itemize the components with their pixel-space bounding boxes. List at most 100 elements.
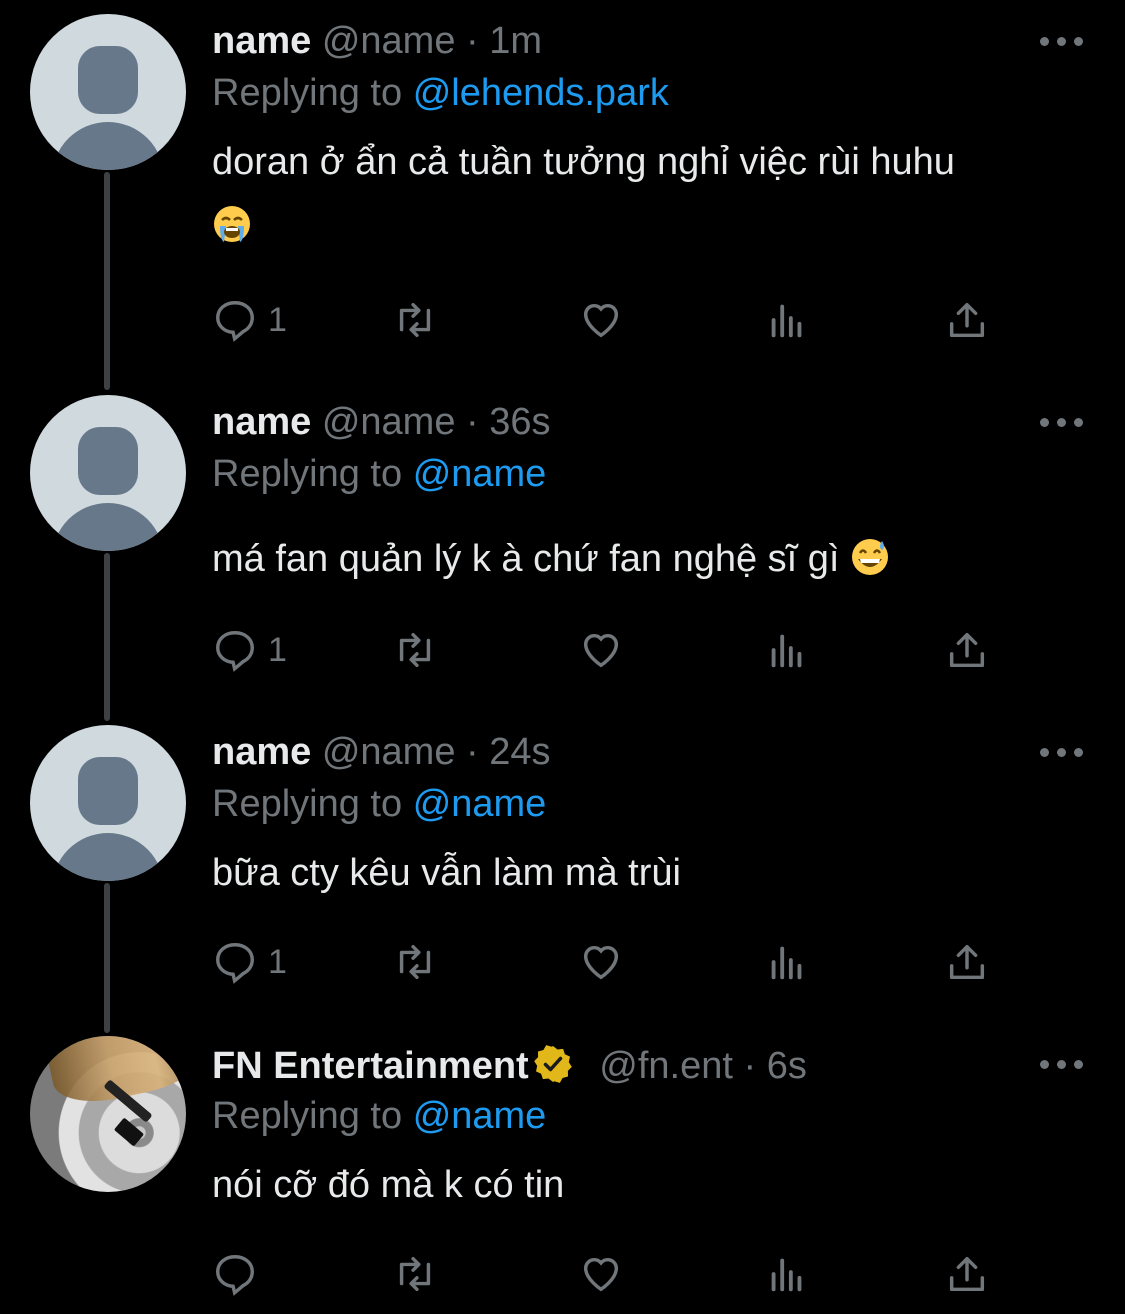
display-name[interactable]: FN Entertainment [212, 1045, 529, 1087]
analytics-icon [771, 1258, 802, 1292]
heart-icon [583, 303, 619, 338]
avatar[interactable] [30, 14, 186, 170]
analytics-icon [771, 304, 802, 338]
replying-to: Replying to @lehends.park [212, 70, 669, 116]
tonearm-head [113, 1117, 145, 1147]
timestamp[interactable]: 36s [489, 401, 550, 443]
heart-icon [583, 945, 619, 980]
display-name[interactable]: name [212, 401, 311, 443]
tweet[interactable]: FN Entertainment @fn.ent · 6s Replying t… [0, 1020, 1125, 1314]
reply-icon [216, 1255, 254, 1296]
heart-icon [583, 1257, 619, 1292]
tweet-header: FN Entertainment @fn.ent · 6s [212, 1043, 807, 1089]
tweet-header: name @name · 36s [212, 399, 551, 445]
retweet-button[interactable] [392, 295, 438, 345]
like-button[interactable] [578, 937, 624, 987]
analytics-icon [771, 634, 802, 668]
default-profile-body [52, 503, 164, 551]
handle[interactable]: @fn.ent [599, 1045, 733, 1087]
more-icon[interactable] [1040, 745, 1084, 759]
retweet-button[interactable] [392, 625, 438, 675]
tweet[interactable]: name @name · 36s Replying to @name má fa… [0, 380, 1125, 710]
display-name[interactable]: name [212, 731, 311, 773]
default-profile-body [52, 833, 164, 881]
gold-verified-badge-icon[interactable] [533, 1044, 573, 1084]
grinning-face-with-sweat-emoji [852, 539, 889, 575]
vinyl-record-avatar [44, 1036, 186, 1111]
like-button[interactable] [578, 625, 624, 675]
tweet-actions: 1 [212, 625, 1012, 675]
heart-icon [583, 633, 619, 668]
tweet-header: name @name · 1m [212, 18, 542, 64]
mention-link[interactable]: @name [413, 453, 547, 495]
share-button[interactable] [944, 625, 990, 675]
retweet-icon [399, 944, 431, 980]
tweet-text: má fan quản lý k à chứ fan nghệ sĩ gì [212, 527, 1092, 591]
analytics-icon [771, 946, 802, 980]
like-button[interactable] [578, 295, 624, 345]
tweet-text: bữa cty kêu vẫn làm mà trùi [212, 841, 1092, 905]
avatar[interactable] [30, 1036, 186, 1192]
handle[interactable]: @name [322, 20, 456, 62]
like-button[interactable] [578, 1249, 624, 1299]
views-button[interactable] [764, 295, 810, 345]
tweet[interactable]: name @name · 24s Replying to @name bữa c… [0, 710, 1125, 1020]
separator: · [743, 1045, 757, 1087]
retweet-button[interactable] [392, 937, 438, 987]
tweet-header: name @name · 24s [212, 729, 551, 775]
timestamp[interactable]: 6s [767, 1045, 807, 1087]
reply-button[interactable]: 1 [212, 625, 287, 675]
tweet-text: doran ở ẩn cả tuần tưởng nghỉ việc rùi h… [212, 130, 1092, 258]
retweet-button[interactable] [392, 1249, 438, 1299]
avatar[interactable] [30, 725, 186, 881]
views-button[interactable] [764, 625, 810, 675]
reply-button[interactable]: 1 [212, 937, 287, 987]
reply-icon [216, 301, 254, 342]
default-profile-body [52, 122, 164, 170]
avatar[interactable] [30, 395, 186, 551]
share-icon [949, 302, 985, 338]
share-button[interactable] [944, 1249, 990, 1299]
reply-button[interactable] [212, 1249, 268, 1299]
replying-to: Replying to @name [212, 781, 546, 827]
share-icon [949, 944, 985, 980]
reply-count: 1 [268, 942, 287, 981]
reply-button[interactable]: 1 [212, 295, 287, 345]
replying-prefix: Replying to [212, 1095, 403, 1137]
reply-icon [216, 631, 254, 672]
tweet-text-content: doran ở ẩn cả tuần tưởng nghỉ việc rùi h… [212, 141, 955, 183]
mention-link[interactable]: @lehends.park [413, 72, 669, 114]
tweet[interactable]: name @name · 1m Replying to @lehends.par… [0, 0, 1125, 380]
views-button[interactable] [764, 937, 810, 987]
mention-link[interactable]: @name [413, 1095, 547, 1137]
reply-count: 1 [268, 300, 287, 339]
handle[interactable]: @name [322, 401, 456, 443]
more-icon[interactable] [1040, 415, 1084, 429]
display-name[interactable]: name [212, 20, 311, 62]
reply-icon [216, 943, 254, 984]
timestamp[interactable]: 24s [489, 731, 550, 773]
tweet-text-content: nói cỡ đó mà k có tin [212, 1164, 565, 1206]
share-button[interactable] [944, 937, 990, 987]
replying-to: Replying to @name [212, 1093, 546, 1139]
share-button[interactable] [944, 295, 990, 345]
replying-prefix: Replying to [212, 72, 403, 114]
retweet-icon [399, 632, 431, 668]
more-icon[interactable] [1040, 34, 1084, 48]
more-icon[interactable] [1040, 1057, 1084, 1071]
retweet-icon [399, 1256, 431, 1292]
loudly-crying-face-emoji [214, 206, 250, 242]
reply-count: 1 [268, 630, 287, 669]
share-icon [949, 632, 985, 668]
replying-prefix: Replying to [212, 783, 403, 825]
default-profile-icon [78, 427, 138, 495]
timestamp[interactable]: 1m [489, 20, 542, 62]
replying-to: Replying to @name [212, 451, 546, 497]
views-button[interactable] [764, 1249, 810, 1299]
separator: · [466, 20, 479, 62]
share-icon [949, 1256, 985, 1292]
separator: · [466, 401, 479, 443]
handle[interactable]: @name [322, 731, 456, 773]
mention-link[interactable]: @name [413, 783, 547, 825]
default-profile-icon [78, 46, 138, 114]
